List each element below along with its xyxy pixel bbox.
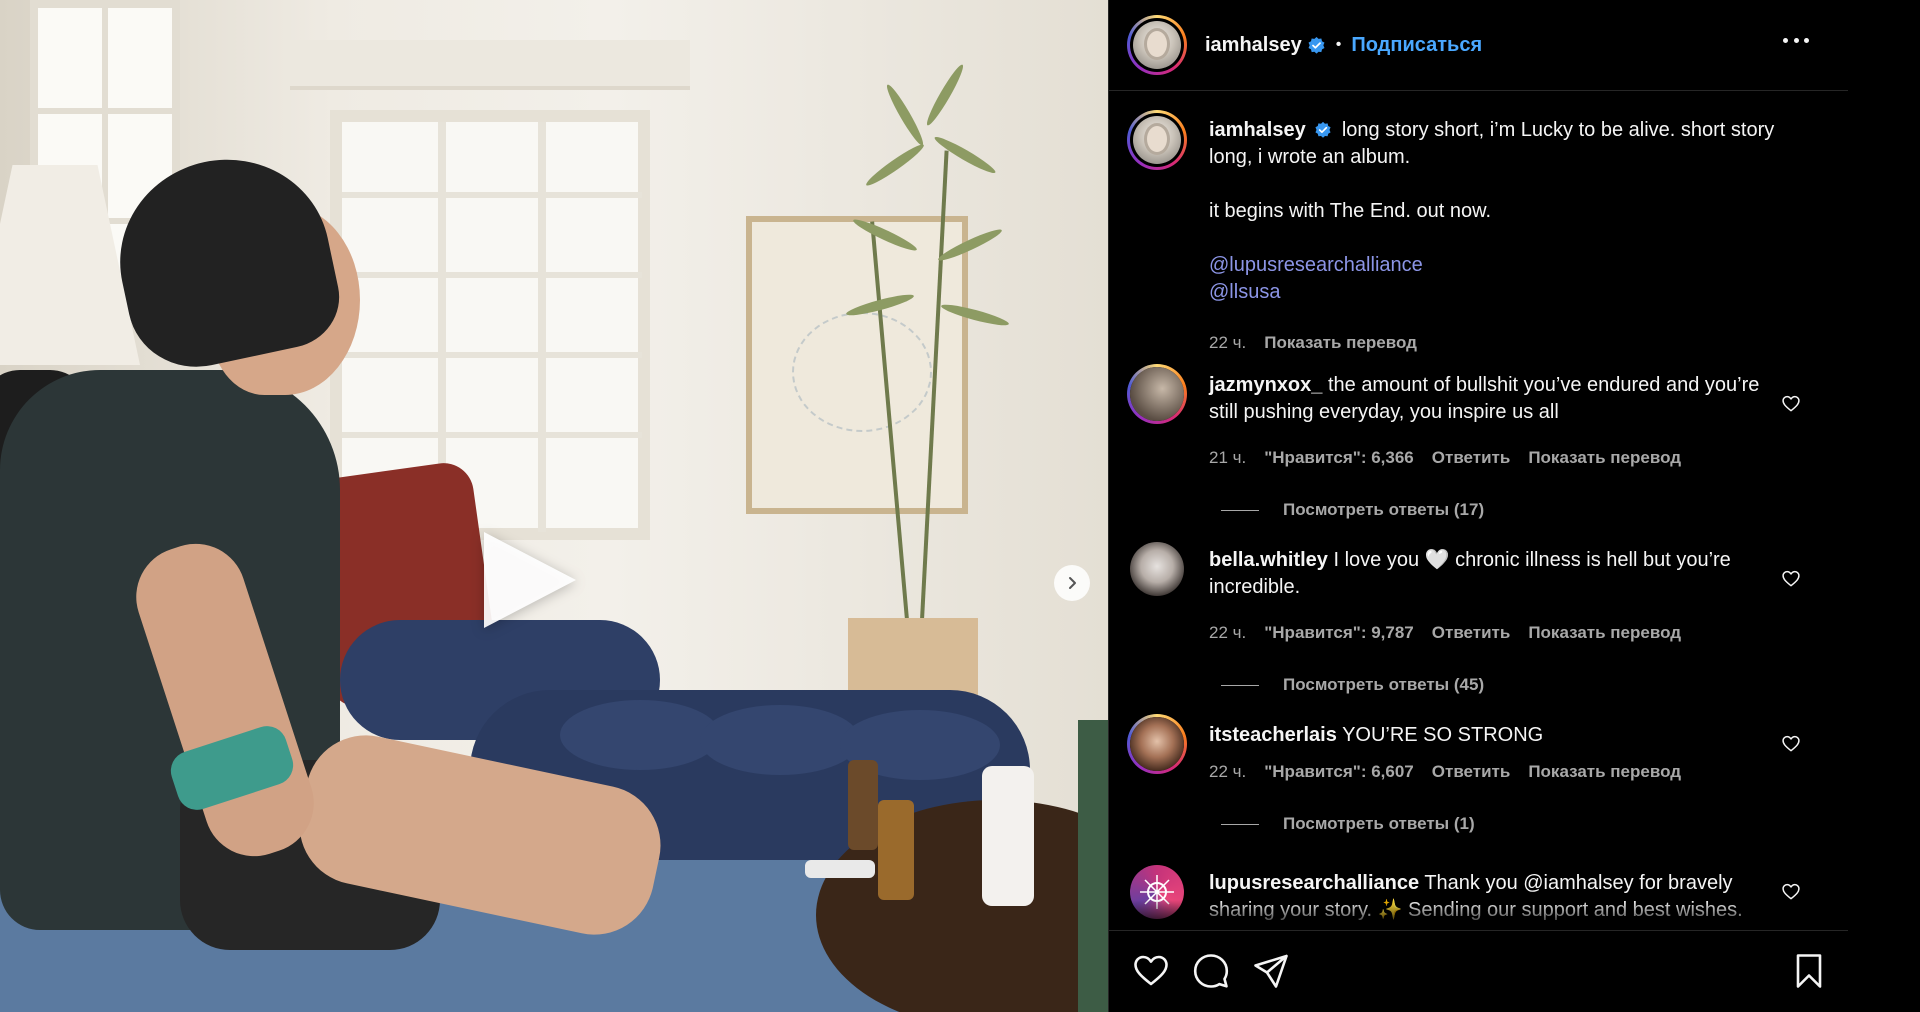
send-icon[interactable]	[1251, 951, 1291, 991]
comment-translate-link[interactable]: Показать перевод	[1528, 623, 1681, 643]
caption-mention-1[interactable]: @lupusresearchalliance	[1209, 252, 1789, 279]
comment-text: YOU’RE SO STRONG	[1342, 724, 1544, 746]
verified-badge-icon	[1308, 36, 1325, 54]
comment-likes[interactable]: "Нравится": 6,366	[1264, 448, 1414, 468]
comment-reply-button[interactable]: Ответить	[1432, 448, 1511, 468]
comment-likes[interactable]: "Нравится": 9,787	[1264, 623, 1414, 643]
comment-icon[interactable]	[1191, 951, 1231, 991]
heart-icon[interactable]	[1781, 394, 1801, 414]
caption-translate-link[interactable]: Показать перевод	[1264, 333, 1417, 353]
replies-divider	[1221, 684, 1259, 686]
caption-username[interactable]: iamhalsey	[1209, 119, 1306, 141]
commenter-avatar[interactable]	[1127, 714, 1187, 774]
replies-divider	[1221, 509, 1259, 511]
comment-meta: 22 ч. "Нравится": 9,787 Ответить Показат…	[1209, 623, 1681, 643]
heart-icon[interactable]	[1781, 882, 1801, 902]
heart-icon[interactable]	[1781, 734, 1801, 754]
heart-icon[interactable]	[1781, 569, 1801, 589]
post-caption: iamhalsey long story short, i’m Lucky to…	[1127, 110, 1847, 352]
comment-translate-link[interactable]: Показать перевод	[1528, 448, 1681, 468]
caption-text-line2: it begins with The End. out now.	[1209, 200, 1492, 222]
view-replies-button[interactable]: Посмотреть ответы (45)	[1221, 675, 1484, 695]
comment-timestamp[interactable]: 22 ч.	[1209, 762, 1246, 782]
author-avatar[interactable]	[1127, 15, 1187, 75]
view-replies-label: Посмотреть ответы (1)	[1283, 814, 1475, 833]
comment-timestamp[interactable]: 21 ч.	[1209, 448, 1246, 468]
post-actions-bar	[1109, 930, 1849, 1012]
comment-reply-button[interactable]: Ответить	[1432, 623, 1511, 643]
comment-translate-link[interactable]: Показать перевод	[1528, 762, 1681, 782]
page-gutter	[1848, 0, 1920, 1012]
replies-divider	[1221, 823, 1259, 825]
verified-badge-icon	[1315, 121, 1331, 138]
commenter-avatar[interactable]	[1127, 364, 1187, 424]
view-replies-button[interactable]: Посмотреть ответы (1)	[1221, 814, 1475, 834]
caption-timestamp[interactable]: 22 ч.	[1209, 333, 1246, 353]
video-frame	[0, 0, 1108, 1012]
comment-username[interactable]: itsteacherlais	[1209, 724, 1337, 746]
comment-timestamp[interactable]: 22 ч.	[1209, 623, 1246, 643]
comment-item: jazmynxox_ the amount of bullshit you’ve…	[1127, 364, 1847, 524]
comment-reply-button[interactable]: Ответить	[1432, 762, 1511, 782]
chevron-right-icon[interactable]	[1054, 565, 1090, 601]
comment-username[interactable]: bella.whitley	[1209, 549, 1328, 571]
comment-item: bella.whitley I love you 🤍 chronic illne…	[1127, 539, 1847, 699]
comment-likes[interactable]: "Нравится": 6,607	[1264, 762, 1414, 782]
view-replies-label: Посмотреть ответы (17)	[1283, 500, 1485, 519]
caption-mention-2[interactable]: @llsusa	[1209, 279, 1789, 306]
caption-meta: 22 ч. Показать перевод	[1209, 333, 1417, 353]
comment-username[interactable]: jazmynxox_	[1209, 374, 1322, 396]
commenter-avatar[interactable]	[1130, 542, 1184, 596]
play-icon[interactable]	[484, 532, 576, 628]
separator-dot: •	[1335, 36, 1342, 53]
view-replies-button[interactable]: Посмотреть ответы (17)	[1221, 500, 1484, 520]
post-side-panel: iamhalsey • Подписаться iamhalsey long s…	[1108, 0, 1849, 1012]
author-username[interactable]: iamhalsey	[1205, 34, 1302, 57]
comment-meta: 22 ч. "Нравится": 6,607 Ответить Показат…	[1209, 762, 1681, 782]
post-video[interactable]	[0, 0, 1108, 1012]
more-icon[interactable]	[1783, 34, 1809, 46]
follow-button[interactable]: Подписаться	[1351, 34, 1482, 57]
post-header: iamhalsey • Подписаться	[1109, 0, 1849, 91]
comments-list[interactable]: iamhalsey long story short, i’m Lucky to…	[1109, 92, 1849, 930]
comment-username[interactable]: lupusresearchalliance	[1209, 872, 1419, 894]
comment-meta: 21 ч. "Нравится": 6,366 Ответить Показат…	[1209, 448, 1681, 468]
caption-author-avatar[interactable]	[1127, 110, 1187, 170]
bookmark-icon[interactable]	[1789, 951, 1829, 991]
comment-item: itsteacherlais YOU’RE SO STRONG 22 ч. "Н…	[1127, 714, 1847, 854]
comments-fade	[1109, 900, 1849, 930]
heart-icon[interactable]	[1131, 951, 1171, 991]
view-replies-label: Посмотреть ответы (45)	[1283, 675, 1485, 694]
